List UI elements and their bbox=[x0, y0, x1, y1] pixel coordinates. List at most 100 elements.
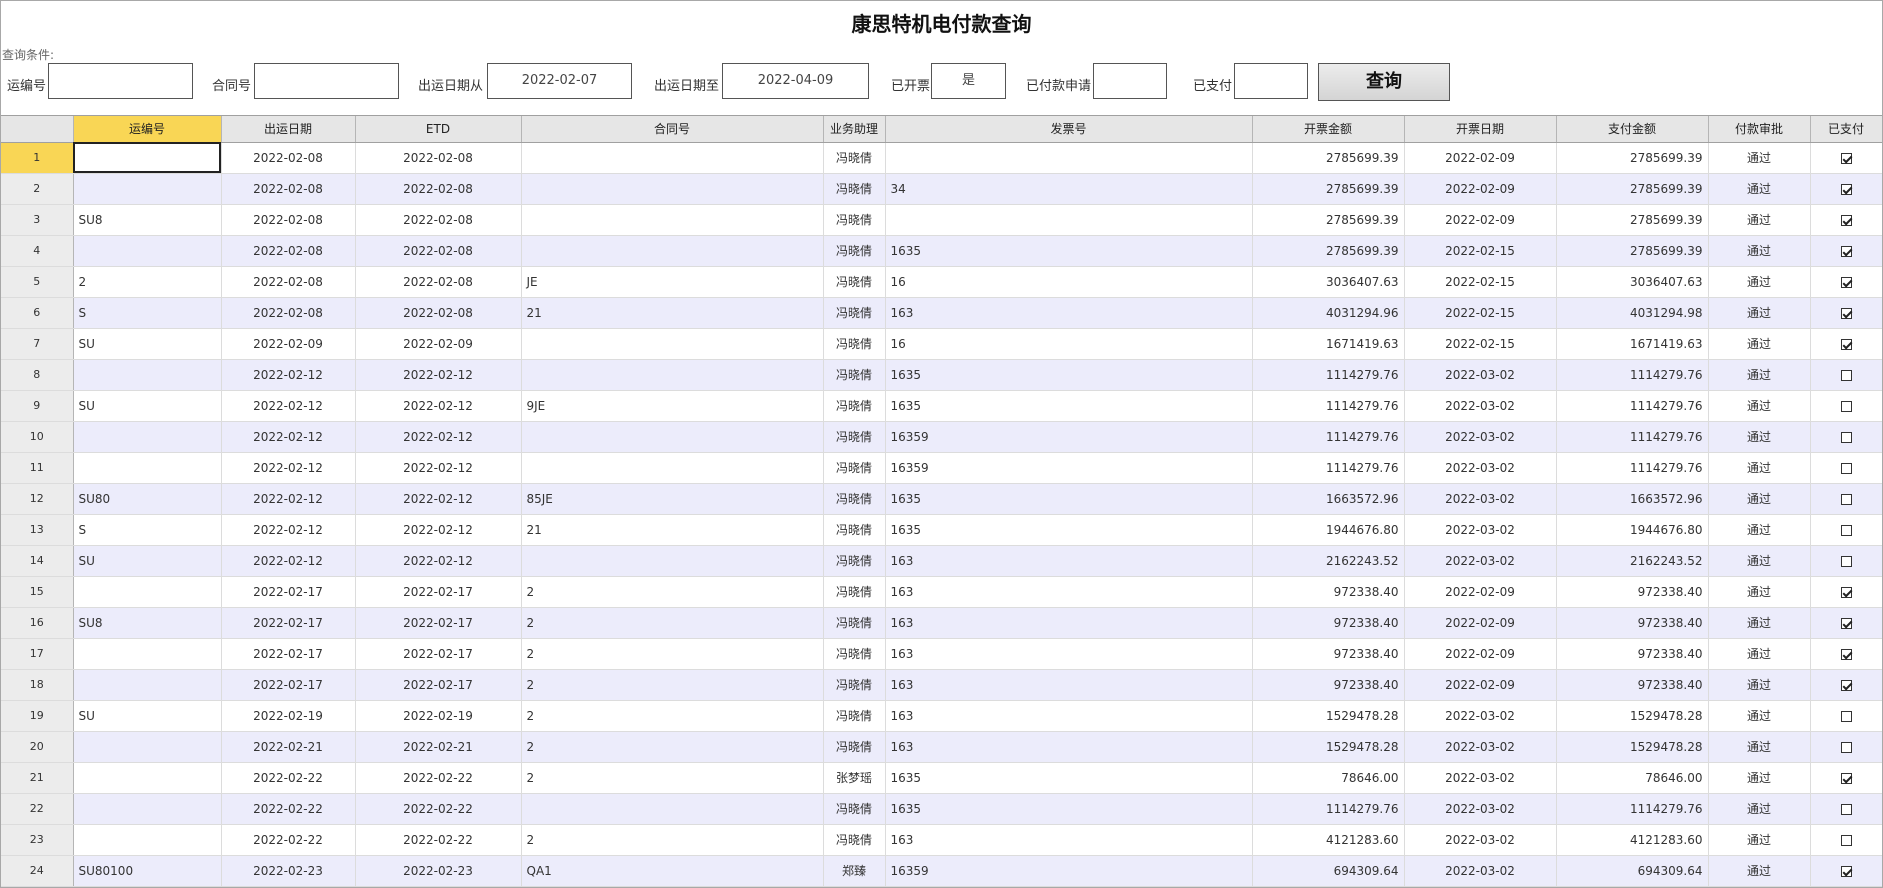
row-number[interactable]: 22 bbox=[1, 793, 74, 825]
cell-contract[interactable]: 2 bbox=[521, 762, 824, 794]
row-number[interactable]: 21 bbox=[1, 762, 74, 794]
cell-approval[interactable]: 通过 bbox=[1708, 514, 1811, 546]
cell-inv-date[interactable]: 2022-03-02 bbox=[1404, 762, 1557, 794]
table-row[interactable]: 22 2022-02-22 2022-02-22 冯晓倩 1635 1114279.76 2… bbox=[1, 793, 1882, 825]
cell-etd[interactable]: 2022-02-23 bbox=[355, 855, 522, 887]
cell-pay-amount[interactable]: 1529478.28 bbox=[1556, 700, 1709, 732]
cell-waybill[interactable] bbox=[73, 173, 222, 205]
cell-invoice-no[interactable]: 1635 bbox=[885, 793, 1253, 825]
cell-assistant[interactable]: 冯晓倩 bbox=[823, 824, 886, 856]
cell-invoice-no[interactable]: 16359 bbox=[885, 421, 1253, 453]
cell-approval[interactable]: 通过 bbox=[1708, 359, 1811, 391]
cell-invoice-no[interactable] bbox=[885, 142, 1253, 174]
cell-pay-amount[interactable]: 3036407.63 bbox=[1556, 266, 1709, 298]
cell-waybill[interactable] bbox=[73, 359, 222, 391]
row-number[interactable]: 8 bbox=[1, 359, 74, 391]
cell-inv-amount[interactable]: 2785699.39 bbox=[1252, 173, 1405, 205]
cell-assistant[interactable]: 冯晓倩 bbox=[823, 235, 886, 267]
col-header-inv-date[interactable]: 开票日期 bbox=[1404, 116, 1557, 143]
cell-waybill[interactable] bbox=[73, 731, 222, 763]
cell-inv-date[interactable]: 2022-03-02 bbox=[1404, 390, 1557, 422]
table-row[interactable]: 11 2022-02-12 2022-02-12 冯晓倩 16359 1114279.76… bbox=[1, 452, 1882, 484]
row-number[interactable]: 10 bbox=[1, 421, 74, 453]
paid-checkbox[interactable] bbox=[1840, 431, 1852, 443]
cell-ship-date[interactable]: 2022-02-17 bbox=[221, 576, 356, 608]
table-row[interactable]: 12 SU80 2022-02-12 2022-02-12 85JE 冯晓倩 1635 166… bbox=[1, 483, 1882, 515]
cell-inv-amount[interactable]: 1114279.76 bbox=[1252, 390, 1405, 422]
cell-invoice-no[interactable]: 163 bbox=[885, 638, 1253, 670]
row-number[interactable]: 12 bbox=[1, 483, 74, 515]
cell-assistant[interactable]: 冯晓倩 bbox=[823, 173, 886, 205]
row-number[interactable]: 11 bbox=[1, 452, 74, 484]
cell-approval[interactable]: 通过 bbox=[1708, 142, 1811, 174]
cell-approval[interactable]: 通过 bbox=[1708, 483, 1811, 515]
cell-inv-date[interactable]: 2022-02-15 bbox=[1404, 297, 1557, 329]
cell-approval[interactable]: 通过 bbox=[1708, 297, 1811, 329]
col-header-assistant[interactable]: 业务助理 bbox=[823, 116, 886, 143]
cell-inv-amount[interactable]: 1944676.80 bbox=[1252, 514, 1405, 546]
cell-approval[interactable]: 通过 bbox=[1708, 607, 1811, 639]
paid-checkbox[interactable] bbox=[1840, 214, 1852, 226]
cell-waybill[interactable] bbox=[73, 142, 222, 174]
cell-etd[interactable]: 2022-02-21 bbox=[355, 731, 522, 763]
cell-inv-date[interactable]: 2022-03-02 bbox=[1404, 824, 1557, 856]
paid-checkbox[interactable] bbox=[1840, 803, 1852, 815]
cell-waybill[interactable] bbox=[73, 824, 222, 856]
paid-checkbox[interactable] bbox=[1840, 400, 1852, 412]
cell-assistant[interactable]: 冯晓倩 bbox=[823, 607, 886, 639]
cell-contract[interactable]: 2 bbox=[521, 824, 824, 856]
cell-approval[interactable]: 通过 bbox=[1708, 328, 1811, 360]
cell-etd[interactable]: 2022-02-17 bbox=[355, 669, 522, 701]
table-row[interactable]: 20 2022-02-21 2022-02-21 2 冯晓倩 163 1529478.28 2… bbox=[1, 731, 1882, 763]
cell-invoice-no[interactable]: 16359 bbox=[885, 855, 1253, 887]
cell-waybill[interactable] bbox=[73, 793, 222, 825]
waybill-input[interactable] bbox=[48, 63, 193, 99]
cell-contract[interactable] bbox=[521, 173, 824, 205]
table-row[interactable]: 2 2022-02-08 2022-02-08 冯晓倩 34 2785699.39 2022… bbox=[1, 173, 1882, 205]
cell-inv-amount[interactable]: 2785699.39 bbox=[1252, 204, 1405, 236]
cell-pay-amount[interactable]: 1114279.76 bbox=[1556, 390, 1709, 422]
cell-invoice-no[interactable]: 34 bbox=[885, 173, 1253, 205]
cell-pay-amount[interactable]: 4121283.60 bbox=[1556, 824, 1709, 856]
table-row[interactable]: 9 SU 2022-02-12 2022-02-12 9JE 冯晓倩 1635 1114279… bbox=[1, 390, 1882, 422]
cell-invoice-no[interactable]: 163 bbox=[885, 731, 1253, 763]
cell-ship-date[interactable]: 2022-02-23 bbox=[221, 855, 356, 887]
cell-assistant[interactable]: 冯晓倩 bbox=[823, 638, 886, 670]
cell-pay-amount[interactable]: 972338.40 bbox=[1556, 638, 1709, 670]
cell-approval[interactable]: 通过 bbox=[1708, 204, 1811, 236]
cell-inv-amount[interactable]: 972338.40 bbox=[1252, 576, 1405, 608]
row-number[interactable]: 18 bbox=[1, 669, 74, 701]
row-number[interactable]: 7 bbox=[1, 328, 74, 360]
cell-assistant[interactable]: 郑臻 bbox=[823, 855, 886, 887]
table-row[interactable]: 1 2022-02-08 2022-02-08 冯晓倩 2785699.39 2022-0… bbox=[1, 142, 1882, 174]
cell-ship-date[interactable]: 2022-02-12 bbox=[221, 483, 356, 515]
cell-assistant[interactable]: 冯晓倩 bbox=[823, 700, 886, 732]
cell-approval[interactable]: 通过 bbox=[1708, 669, 1811, 701]
cell-assistant[interactable]: 冯晓倩 bbox=[823, 452, 886, 484]
cell-pay-amount[interactable]: 972338.40 bbox=[1556, 576, 1709, 608]
cell-ship-date[interactable]: 2022-02-17 bbox=[221, 669, 356, 701]
cell-invoice-no[interactable]: 163 bbox=[885, 607, 1253, 639]
cell-waybill[interactable] bbox=[73, 669, 222, 701]
cell-waybill[interactable]: SU80 bbox=[73, 483, 222, 515]
cell-assistant[interactable]: 冯晓倩 bbox=[823, 142, 886, 174]
cell-invoice-no[interactable]: 163 bbox=[885, 669, 1253, 701]
row-number[interactable]: 19 bbox=[1, 700, 74, 732]
row-number[interactable]: 4 bbox=[1, 235, 74, 267]
cell-contract[interactable]: 2 bbox=[521, 607, 824, 639]
paid-checkbox[interactable] bbox=[1840, 245, 1852, 257]
cell-contract[interactable]: 2 bbox=[521, 731, 824, 763]
cell-invoice-no[interactable]: 163 bbox=[885, 576, 1253, 608]
cell-ship-date[interactable]: 2022-02-12 bbox=[221, 421, 356, 453]
cell-ship-date[interactable]: 2022-02-08 bbox=[221, 266, 356, 298]
cell-etd[interactable]: 2022-02-17 bbox=[355, 607, 522, 639]
cell-etd[interactable]: 2022-02-17 bbox=[355, 638, 522, 670]
cell-inv-amount[interactable]: 3036407.63 bbox=[1252, 266, 1405, 298]
cell-etd[interactable]: 2022-02-12 bbox=[355, 421, 522, 453]
cell-inv-date[interactable]: 2022-02-15 bbox=[1404, 235, 1557, 267]
table-row[interactable]: 6 S 2022-02-08 2022-02-08 21 冯晓倩 163 4031294.96… bbox=[1, 297, 1882, 329]
col-header-ship-date[interactable]: 出运日期 bbox=[221, 116, 356, 143]
cell-contract[interactable] bbox=[521, 452, 824, 484]
cell-inv-amount[interactable]: 972338.40 bbox=[1252, 669, 1405, 701]
row-number[interactable]: 9 bbox=[1, 390, 74, 422]
